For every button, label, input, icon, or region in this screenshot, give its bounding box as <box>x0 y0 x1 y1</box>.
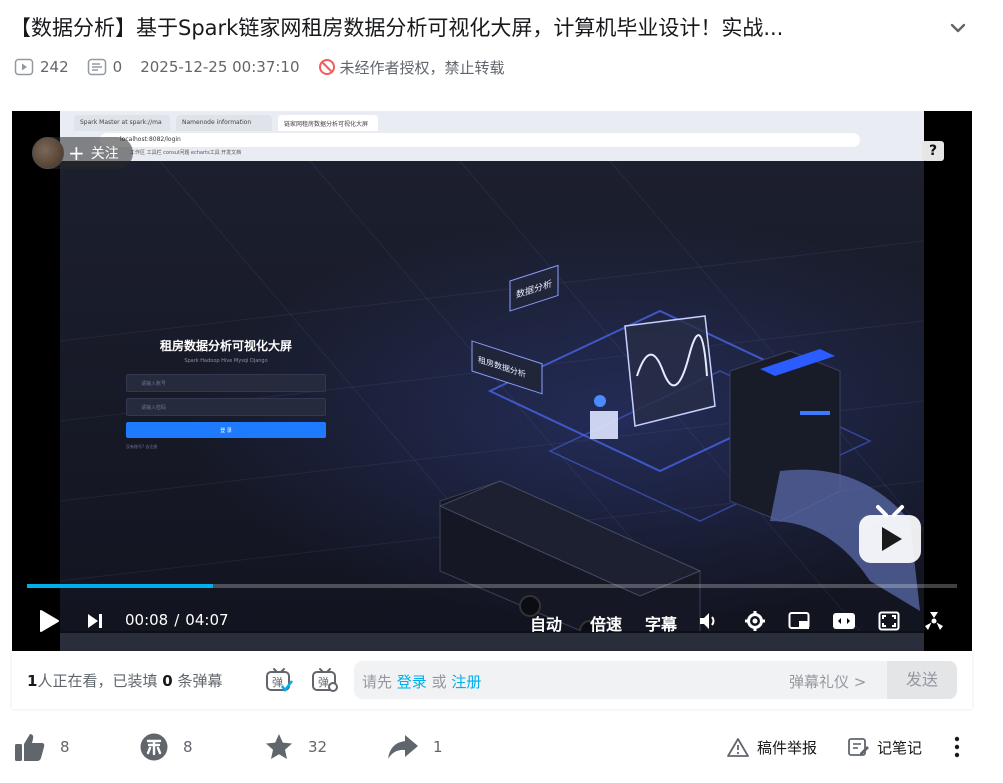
share-icon <box>388 735 418 759</box>
time-separator: / <box>174 611 180 629</box>
publish-time: 2025-12-25 00:37:10 <box>140 58 300 76</box>
danmaku-count: 0 <box>87 58 123 76</box>
play-icon <box>40 610 59 632</box>
quality-button[interactable]: 自动 <box>530 611 562 635</box>
danmaku-settings-icon[interactable]: 弹 <box>311 666 339 694</box>
play-count: 242 <box>14 58 69 76</box>
video-meta: 242 0 2025-12-25 00:37:10 未经作者授权，禁止转载 <box>14 56 505 78</box>
speed-button[interactable]: 倍速 <box>590 611 622 635</box>
danmaku-count-value: 0 <box>112 58 123 76</box>
thumbs-up-icon <box>15 734 45 761</box>
forbidden-icon <box>318 59 335 75</box>
video-title-row: 【数据分析】基于Spark链家网租房数据分析可视化大屏，计算机毕业设计！实战..… <box>10 10 990 44</box>
like-count: 8 <box>60 738 70 756</box>
favorite-count: 32 <box>308 738 328 756</box>
copyright-text: 未经作者授权，禁止转载 <box>339 58 505 77</box>
video-actions: 8 8 32 1 稿件举报 记笔记 <box>14 728 974 766</box>
fullscreen-icon <box>925 612 943 630</box>
video-frame: Spark Master at spark://ma Namenode info… <box>60 111 924 651</box>
duration: 04:07 <box>185 611 229 629</box>
notes-icon <box>848 738 869 756</box>
volume-icon <box>700 613 715 629</box>
placeholder-prefix: 请先 <box>362 673 393 691</box>
recorded-login-title: 租房数据分析可视化大屏 <box>159 339 292 353</box>
recorded-url: localhost:8082/login <box>100 133 860 147</box>
recorded-login-panel: 租房数据分析可视化大屏 Spark Hadoop Hive Mysql Djan… <box>126 337 326 450</box>
recorded-login-subtitle: Spark Hadoop Hive Mysql Django <box>184 358 268 364</box>
recorded-bookmarks: 工作区 工具栏 consul问题 echarts工具 开发文档 <box>130 150 242 156</box>
register-link[interactable]: 注册 <box>451 673 481 691</box>
chevron-right-icon: > <box>853 673 867 691</box>
time-display: 00:08 / 04:07 <box>125 611 229 629</box>
subtitle-button[interactable]: 字幕 <box>645 611 677 635</box>
isometric-illustration: 数据分析 租房数据分析 <box>438 264 920 631</box>
danmaku-placeholder: 请先 登录 或 注册 <box>362 671 481 692</box>
report-button[interactable]: 稿件举报 <box>727 728 817 766</box>
fullscreen-button[interactable] <box>920 601 948 641</box>
play-count-value: 242 <box>40 58 69 76</box>
or-text: 或 <box>431 673 447 691</box>
etiquette-label: 弹幕礼仪 <box>789 673 850 691</box>
bilibili-tv-logo <box>859 505 921 563</box>
recorded-browser-bar: Spark Master at spark://ma Namenode info… <box>60 111 924 161</box>
recorded-password-field: 请输入密码 <box>126 398 326 416</box>
play-count-icon <box>14 58 34 76</box>
login-link[interactable]: 登录 <box>397 673 427 691</box>
danmaku-filled-count: 0 <box>162 672 173 690</box>
widescreen-icon <box>833 613 855 629</box>
share-button[interactable]: 1 <box>387 728 443 766</box>
favorite-button[interactable]: 32 <box>264 728 327 766</box>
coin-icon <box>140 733 168 761</box>
viewer-status: 1人正在看，已装填 0 条弹幕 <box>27 670 222 691</box>
video-player[interactable]: Spark Master at spark://ma Namenode info… <box>12 111 972 651</box>
viewer-count: 1 <box>27 672 38 690</box>
follow-button[interactable]: + 关注 <box>32 137 133 169</box>
coin-count: 8 <box>183 738 193 756</box>
share-count: 1 <box>433 738 443 756</box>
like-button[interactable]: 8 <box>14 728 70 766</box>
coin-button[interactable]: 8 <box>139 728 193 766</box>
help-button[interactable]: ? <box>922 141 944 161</box>
sign-rental-analysis: 租房数据分析 <box>471 340 543 395</box>
recorded-login-links: 没有账号? 去注册 <box>126 444 158 449</box>
danmaku-suffix: 条弹幕 <box>177 672 223 690</box>
recorded-taskbar <box>60 633 924 651</box>
notes-label: 记笔记 <box>877 738 923 757</box>
follow-label: 关注 <box>90 146 119 162</box>
notes-button[interactable]: 记笔记 <box>847 728 922 766</box>
gear-icon <box>745 611 765 631</box>
chevron-down-icon[interactable] <box>948 18 968 38</box>
recorded-username-field: 请输入账号 <box>126 374 326 392</box>
recorded-tab: 链家网租房数据分析可视化大屏 <box>278 115 378 131</box>
danmaku-etiquette-link[interactable]: 弹幕礼仪 > <box>789 671 866 692</box>
web-fullscreen-icon <box>878 611 900 631</box>
progress-played <box>27 584 213 588</box>
more-options-icon[interactable] <box>954 736 960 758</box>
danmaku-bar: 1人正在看，已装填 0 条弹幕 弹 弹 请先 登录 或 注册 弹幕礼仪 > 发送 <box>12 651 972 709</box>
report-label: 稿件举报 <box>757 738 818 757</box>
recorded-tab: Namenode information <box>176 115 272 131</box>
skip-next-icon <box>88 614 102 628</box>
picture-in-picture-icon <box>788 612 810 629</box>
recorded-login-button: 登 录 <box>126 422 326 438</box>
danmaku-toggle-icon[interactable]: 弹 <box>265 666 293 694</box>
current-time: 00:08 <box>125 611 169 629</box>
recorded-dashboard-stage: 租房数据分析可视化大屏 Spark Hadoop Hive Mysql Djan… <box>60 161 924 631</box>
danmaku-count-icon <box>87 58 106 76</box>
warning-icon <box>727 738 749 757</box>
video-title: 【数据分析】基于Spark链家网租房数据分析可视化大屏，计算机毕业设计！实战..… <box>10 16 784 40</box>
star-icon <box>266 734 292 759</box>
sign-data-analysis: 数据分析 <box>509 264 559 312</box>
copyright-notice: 未经作者授权，禁止转载 <box>318 57 505 78</box>
follow-plus-icon: + <box>68 141 85 165</box>
send-danmaku-button[interactable]: 发送 <box>887 661 957 699</box>
svg-text:弹: 弹 <box>318 675 329 689</box>
viewer-text: 人正在看，已装填 <box>37 672 158 690</box>
progress-bar[interactable] <box>27 584 957 588</box>
recorded-tab: Spark Master at spark://ma <box>74 115 170 131</box>
danmaku-input[interactable]: 请先 登录 或 注册 弹幕礼仪 > 发送 <box>354 661 957 699</box>
